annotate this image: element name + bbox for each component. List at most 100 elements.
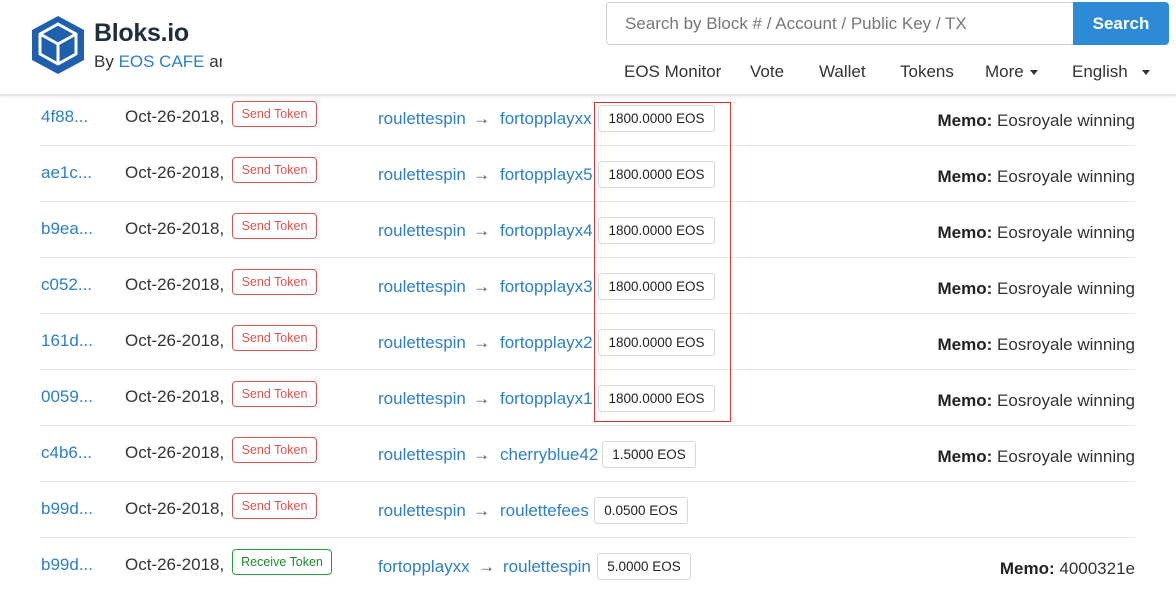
action-badge: Send Token — [232, 213, 317, 239]
tx-hash-link[interactable]: b99d... — [41, 498, 93, 520]
to-account-link[interactable]: fortopplayxx — [500, 108, 592, 130]
brand-name[interactable]: Bloks.io — [94, 19, 189, 48]
byline-prefix: By — [94, 52, 119, 71]
from-account-link[interactable]: roulettespin — [378, 444, 466, 466]
nav-tokens[interactable]: Tokens — [900, 62, 954, 82]
right-arrow-icon: → — [473, 221, 490, 240]
tx-hash-link[interactable]: 161d... — [41, 330, 93, 352]
table-row: 4f88... Oct-26-2018, Send Token roulette… — [0, 90, 1176, 146]
tx-date: Oct-26-2018, — [125, 107, 225, 126]
tx-date: Oct-26-2018, — [125, 443, 225, 462]
memo: Memo: 4000321e — [1000, 558, 1135, 580]
right-arrow-icon: → — [473, 109, 490, 128]
right-arrow-icon: → — [478, 557, 495, 576]
memo: Memo: Eosroyale winning — [938, 334, 1135, 356]
action-badge: Send Token — [232, 325, 317, 351]
memo-text: Eosroyale winning — [997, 279, 1135, 298]
memo-text: Eosroyale winning — [997, 111, 1135, 130]
nav-wallet[interactable]: Wallet — [819, 62, 866, 82]
from-account-link[interactable]: roulettespin — [378, 388, 466, 410]
action-badge: Send Token — [232, 269, 317, 295]
to-account-link[interactable]: fortopplayx5 — [500, 164, 593, 186]
right-arrow-icon: → — [473, 389, 490, 408]
tx-hash-link[interactable]: b9ea... — [41, 218, 93, 240]
table-row: c052... Oct-26-2018, Send Token roulette… — [0, 258, 1176, 314]
to-account-link[interactable]: roulettefees — [500, 500, 589, 522]
memo-text: 4000321e — [1059, 559, 1135, 578]
from-account-link[interactable]: roulettespin — [378, 164, 466, 186]
cube-logo-icon[interactable] — [30, 14, 86, 76]
memo-text: Eosroyale winning — [997, 335, 1135, 354]
from-account-link[interactable]: roulettespin — [378, 500, 466, 522]
amount-badge: 1800.0000 EOS — [598, 273, 715, 300]
memo-label: Memo: — [937, 167, 993, 186]
memo: Memo: Eosroyale winning — [938, 446, 1135, 468]
tx-hash-link[interactable]: b99d... — [41, 554, 93, 576]
amount-badge: 1800.0000 EOS — [598, 161, 715, 188]
right-arrow-icon: → — [473, 333, 490, 352]
action-badge: Send Token — [232, 157, 317, 183]
memo-label: Memo: — [937, 447, 993, 466]
amount-badge: 1800.0000 EOS — [598, 217, 715, 244]
search-input[interactable] — [606, 2, 1073, 45]
from-account-link[interactable]: roulettespin — [378, 332, 466, 354]
action-badge: Receive Token — [232, 549, 332, 575]
tx-date: Oct-26-2018, — [125, 387, 225, 406]
from-account-link[interactable]: roulettespin — [378, 108, 466, 130]
memo-label: Memo: — [937, 335, 993, 354]
memo-text: Eosroyale winning — [997, 223, 1135, 242]
search-button[interactable]: Search — [1073, 2, 1169, 45]
tx-hash-link[interactable]: c052... — [41, 274, 92, 296]
nav-vote[interactable]: Vote — [750, 62, 784, 82]
table-row: ae1c... Oct-26-2018, Send Token roulette… — [0, 146, 1176, 202]
nav-more-label: More — [985, 62, 1024, 81]
from-account-link[interactable]: fortopplayxx — [378, 556, 470, 578]
tx-hash-link[interactable]: c4b6... — [41, 442, 92, 464]
to-account-link[interactable]: cherryblue42 — [500, 444, 598, 466]
right-arrow-icon: → — [473, 445, 490, 464]
tx-hash-link[interactable]: 0059... — [41, 386, 93, 408]
table-row: b99d... Oct-26-2018, Send Token roulette… — [0, 482, 1176, 538]
table-row: 0059... Oct-26-2018, Send Token roulette… — [0, 370, 1176, 426]
right-arrow-icon: → — [473, 165, 490, 184]
amount-badge: 1800.0000 EOS — [598, 105, 715, 132]
memo: Memo: Eosroyale winning — [938, 222, 1135, 244]
table-row: 161d... Oct-26-2018, Send Token roulette… — [0, 314, 1176, 370]
tx-date: Oct-26-2018, — [125, 219, 225, 238]
action-badge: Send Token — [232, 493, 317, 519]
memo: Memo: Eosroyale winning — [938, 390, 1135, 412]
tx-date: Oct-26-2018, — [125, 331, 225, 350]
memo-label: Memo: — [937, 223, 993, 242]
from-account-link[interactable]: roulettespin — [378, 276, 466, 298]
chevron-down-icon — [1141, 70, 1150, 76]
nav-eos-monitor[interactable]: EOS Monitor — [624, 62, 721, 82]
to-account-link[interactable]: fortopplayx2 — [500, 332, 593, 354]
tx-hash-link[interactable]: 4f88... — [41, 106, 88, 128]
amount-badge: 0.0500 EOS — [594, 497, 688, 524]
action-badge: Send Token — [232, 437, 317, 463]
byline: By EOS CAFE and — [94, 52, 222, 72]
amount-badge: 1800.0000 EOS — [598, 329, 715, 356]
memo-label: Memo: — [937, 279, 993, 298]
eos-cafe-link[interactable]: EOS CAFE — [119, 52, 205, 71]
table-row: b99d... Oct-26-2018, Receive Token forto… — [0, 538, 1176, 594]
amount-badge: 5.0000 EOS — [597, 553, 691, 580]
from-account-link[interactable]: roulettespin — [378, 220, 466, 242]
language-label: English — [1072, 62, 1128, 81]
memo: Memo: Eosroyale winning — [938, 110, 1135, 132]
to-account-link[interactable]: roulettespin — [503, 556, 591, 578]
action-badge: Send Token — [232, 101, 317, 127]
to-account-link[interactable]: fortopplayx1 — [500, 388, 593, 410]
table-row: c4b6... Oct-26-2018, Send Token roulette… — [0, 426, 1176, 482]
right-arrow-icon: → — [473, 501, 490, 520]
memo-text: Eosroyale winning — [997, 167, 1135, 186]
language-dropdown[interactable]: English — [1072, 62, 1150, 82]
nav-more-dropdown[interactable]: More — [985, 62, 1038, 82]
memo: Memo: Eosroyale winning — [938, 166, 1135, 188]
memo-label: Memo: — [937, 391, 993, 410]
tx-hash-link[interactable]: ae1c... — [41, 162, 92, 184]
to-account-link[interactable]: fortopplayx3 — [500, 276, 593, 298]
memo: Memo: Eosroyale winning — [938, 278, 1135, 300]
tx-date: Oct-26-2018, — [125, 499, 225, 518]
to-account-link[interactable]: fortopplayx4 — [500, 220, 593, 242]
